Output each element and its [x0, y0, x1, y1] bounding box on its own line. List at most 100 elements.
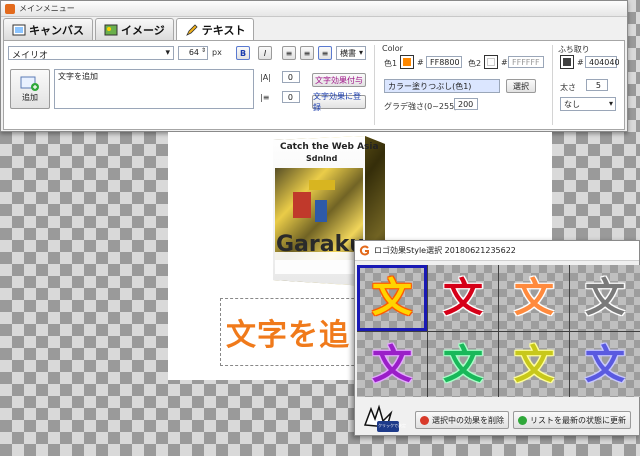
- product-heading: Catch the Web Asia: [280, 142, 379, 152]
- outline-style-value: なし: [564, 100, 580, 109]
- product-name: Garaku: [276, 232, 365, 257]
- fill-preset-value: カラー塗りつぶし(色1): [388, 82, 472, 91]
- outline-color-fill: [563, 58, 571, 66]
- line-spacing-input[interactable]: 0: [282, 91, 300, 103]
- font-size-input[interactable]: 64 ⇕: [178, 46, 208, 60]
- canvas-text[interactable]: 文字を追: [226, 310, 350, 354]
- register-effect-button[interactable]: 文字効果に登録: [312, 92, 366, 112]
- style-glyph: 文: [585, 342, 625, 388]
- style-glyph: 文: [443, 342, 483, 388]
- style-cell[interactable]: 文: [499, 265, 569, 331]
- canvas-icon: [12, 23, 26, 37]
- color2-swatch[interactable]: [484, 55, 498, 69]
- style-cell[interactable]: 文: [357, 265, 427, 331]
- chevron-down-icon: ▾: [358, 48, 363, 57]
- style-glyph: 文: [514, 342, 554, 388]
- outline-size-value: 5: [595, 81, 601, 90]
- app-icon: [5, 3, 15, 14]
- letter-spacing-input[interactable]: 0: [282, 71, 300, 83]
- refresh-list-label: リストを最新の状態に更新: [530, 415, 626, 425]
- style-cell[interactable]: 文: [570, 332, 640, 397]
- align-center-icon[interactable]: ≡: [300, 46, 314, 60]
- tab-canvas[interactable]: キャンバス: [3, 18, 93, 40]
- mascot-label: クリックで決定: [378, 423, 406, 428]
- delete-icon: [420, 415, 429, 425]
- spinner-icon: ⇕: [200, 47, 206, 54]
- tab-image[interactable]: イメージ: [95, 18, 174, 40]
- color1-label: 色1: [384, 59, 398, 68]
- font-size-value: 64: [188, 48, 199, 57]
- style-select-window: ロゴ効果Style選択 20180621235622 文文文文文文文文 クリック…: [354, 240, 640, 436]
- style-glyph: 文: [585, 275, 625, 321]
- bold-button[interactable]: B: [236, 46, 250, 60]
- delete-effect-label: 選択中の効果を削除: [432, 415, 504, 425]
- color1-swatch[interactable]: [400, 55, 414, 69]
- font-name: メイリオ: [12, 51, 49, 61]
- style-glyph: 文: [372, 275, 412, 321]
- tab-canvas-label: キャンバス: [29, 23, 84, 37]
- add-label: 追加: [22, 92, 38, 102]
- style-window-title: ロゴ効果Style選択 20180621235622: [374, 246, 516, 255]
- refresh-icon: [518, 415, 527, 425]
- app-logo-icon: [359, 245, 369, 256]
- align-left-icon[interactable]: ≡: [282, 46, 296, 60]
- fill-preset-select[interactable]: カラー塗りつぶし(色1): [384, 79, 500, 93]
- letter-spacing-icon: |A|: [260, 73, 271, 82]
- outline-hex-input[interactable]: 404040: [585, 56, 620, 68]
- font-unit: px: [212, 48, 222, 57]
- divider: [552, 45, 553, 125]
- tab-image-label: イメージ: [121, 23, 165, 37]
- color1-hex-input[interactable]: FF8800: [426, 56, 462, 68]
- refresh-list-button[interactable]: リストを最新の状態に更新: [513, 411, 631, 429]
- hash-icon: #: [417, 58, 424, 67]
- color2-hex-input[interactable]: FFFFFF: [508, 56, 544, 68]
- orientation-select[interactable]: 横書 ▾: [336, 46, 366, 60]
- tab-text[interactable]: テキスト: [175, 18, 255, 40]
- line-spacing-value: 0: [287, 93, 293, 102]
- font-select[interactable]: メイリオ ▾: [8, 46, 174, 61]
- italic-button[interactable]: I: [258, 46, 272, 60]
- style-cell[interactable]: 文: [428, 265, 498, 331]
- style-grid: 文文文文文文文文: [357, 265, 640, 397]
- color-heading: Color: [382, 44, 403, 53]
- letter-spacing-value: 0: [287, 73, 293, 82]
- style-cell[interactable]: 文: [499, 332, 569, 397]
- add-text-button[interactable]: 追加: [10, 69, 50, 109]
- style-cell[interactable]: 文: [570, 265, 640, 331]
- orientation-value: 横書: [340, 49, 356, 58]
- style-glyph: 文: [514, 275, 554, 321]
- outline-size-input[interactable]: 5: [586, 79, 608, 91]
- tab-text-label: テキスト: [201, 23, 246, 37]
- gradient-input[interactable]: 200: [454, 98, 478, 110]
- divider: [374, 45, 375, 125]
- style-window-titlebar[interactable]: ロゴ効果Style選択 20180621235622: [355, 241, 639, 261]
- text-settings-panel: メイリオ ▾ 64 ⇕ px B I ≡ ≡ ≡ 横書 ▾ 追加 文字を追加 |…: [3, 40, 625, 130]
- product-subheading: Sdnlnd: [306, 154, 338, 163]
- outline-color-swatch[interactable]: [560, 55, 574, 69]
- color2-hex-value: FFFFFF: [512, 58, 540, 67]
- mascot-image[interactable]: クリックで決定: [361, 403, 406, 433]
- outline-style-select[interactable]: なし ▾: [560, 97, 616, 111]
- window-title: メインメニュー: [19, 4, 75, 13]
- align-right-icon[interactable]: ≡: [318, 46, 332, 60]
- color2-fill: [487, 58, 495, 66]
- main-menu-window: メインメニュー キャンバス イメージ テキスト メイリオ ▾ 64 ⇕ px B…: [0, 0, 628, 132]
- outline-size-label: 太さ: [560, 83, 576, 92]
- delete-effect-button[interactable]: 選択中の効果を削除: [415, 411, 509, 429]
- line-spacing-icon: |≡: [260, 93, 270, 102]
- text-input-value: 文字を追加: [58, 72, 98, 81]
- hash-icon: #: [577, 58, 584, 67]
- chevron-down-icon: ▾: [608, 99, 613, 108]
- gradient-value: 200: [458, 100, 474, 109]
- text-input[interactable]: 文字を追加: [54, 69, 254, 109]
- style-cell[interactable]: 文: [357, 332, 427, 397]
- style-cell[interactable]: 文: [428, 332, 498, 397]
- main-tabs: キャンバス イメージ テキスト: [1, 18, 256, 40]
- gradient-label: グラデ強さ(0~255): [384, 102, 458, 111]
- window-titlebar[interactable]: メインメニュー: [1, 1, 627, 17]
- chevron-down-icon: ▾: [165, 48, 170, 58]
- apply-effect-button[interactable]: 文字効果付与: [312, 73, 366, 87]
- color1-hex-value: FF8800: [430, 58, 460, 67]
- select-button[interactable]: 選択: [506, 79, 536, 93]
- outline-hex-value: 404040: [589, 58, 620, 67]
